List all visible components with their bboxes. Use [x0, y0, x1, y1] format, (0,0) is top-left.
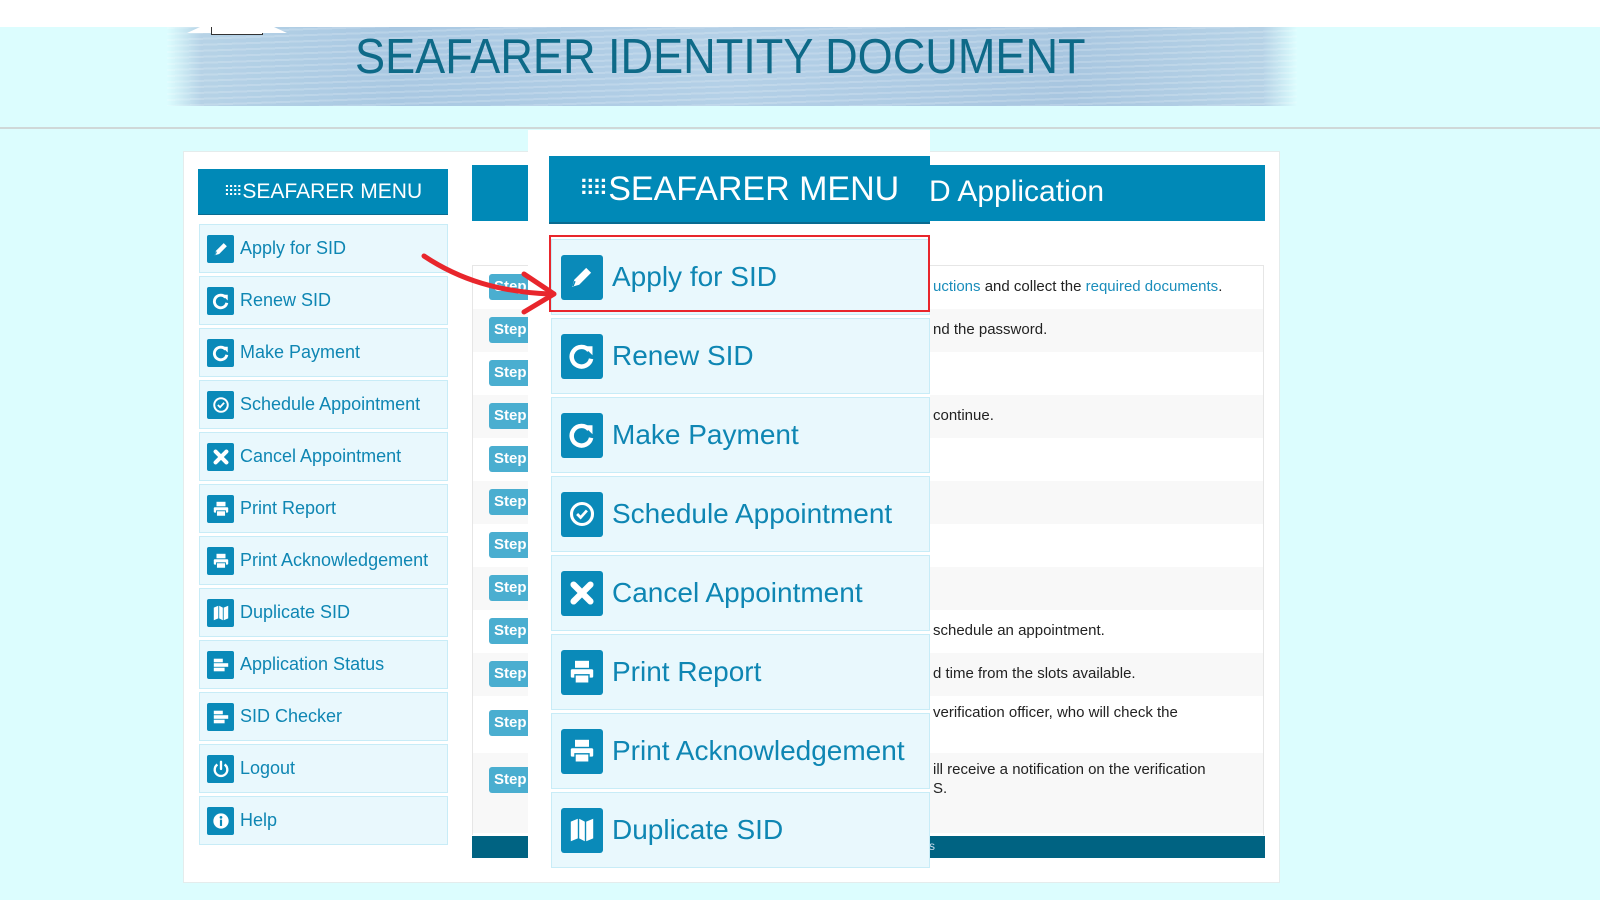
sidebar-item-print-report[interactable]: Print Report: [199, 484, 448, 533]
sidebar-item-sid-checker[interactable]: SID Checker: [199, 692, 448, 741]
zoomed-menu-item-label: Print Report: [612, 656, 762, 687]
header-banner: MUMBAI SEAFARER IDENTITY DOCUMENT: [167, 27, 1297, 106]
sidebar-item-label: SID Checker: [240, 706, 343, 726]
step-badge: Step: [489, 767, 533, 793]
sidebar-item-logout[interactable]: Logout: [199, 744, 448, 793]
sidebar-item-make-payment[interactable]: Make Payment: [199, 328, 448, 377]
grid-icon: ⠿⠿: [223, 183, 242, 199]
sidebar-item-label: Renew SID: [240, 290, 332, 310]
pencil-icon: [561, 254, 603, 300]
sidebar-item-duplicate-sid[interactable]: Duplicate SID: [199, 588, 448, 637]
sidebar-menu: Apply for SID Renew SID Make Payment Schedu…: [199, 224, 448, 848]
required-documents-link[interactable]: required documents: [1086, 278, 1219, 295]
info-icon: [207, 806, 234, 835]
sidebar-item-application-status[interactable]: Application Status: [199, 640, 448, 689]
step-badge: Step: [489, 532, 533, 558]
grid-icon: ⠿⠿: [579, 176, 608, 201]
zoomed-menu-item-label: Make Payment: [612, 419, 799, 450]
instructions-link[interactable]: uctions: [933, 278, 981, 295]
logo: MUMBAI: [187, 27, 287, 39]
step-badge: Step: [489, 317, 533, 343]
zoomed-menu-item-make-payment[interactable]: Make Payment: [551, 397, 930, 473]
sidebar-item-print-acknowledgement[interactable]: Print Acknowledgement: [199, 536, 448, 585]
printer-icon: [561, 649, 603, 695]
step-text: nd the password.: [933, 321, 1048, 338]
zoomed-menu-item-cancel-appointment[interactable]: Cancel Appointment: [551, 555, 930, 631]
zoomed-menu: Apply for SID Renew SID Make Payment Schedu…: [551, 239, 930, 871]
top-strip: [0, 0, 1600, 27]
zoomed-menu-item-duplicate-sid[interactable]: Duplicate SID: [551, 792, 930, 868]
sidebar-item-label: Print Acknowledgement: [240, 550, 429, 570]
header-divider: [0, 127, 1600, 129]
printer-icon: [207, 546, 234, 575]
bar-list-icon: [207, 702, 234, 731]
zoomed-menu-item-print-acknowledgement[interactable]: Print Acknowledgement: [551, 713, 930, 789]
clock-check-icon: [207, 390, 234, 419]
printer-icon: [207, 494, 234, 523]
refresh-icon: [561, 412, 603, 458]
zoomed-menu-item-label: Schedule Appointment: [612, 498, 893, 529]
page-title: SEAFARER IDENTITY DOCUMENT: [355, 30, 1086, 84]
sidebar-menu-header: ⠿⠿ SEAFARER MENU: [198, 169, 448, 215]
sidebar-item-help[interactable]: Help: [199, 796, 448, 845]
sidebar-item-label: Apply for SID: [240, 238, 347, 258]
step-badge: Step: [489, 710, 533, 736]
close-icon: [561, 570, 603, 616]
map-icon: [561, 807, 603, 853]
sidebar-item-label: Schedule Appointment: [240, 394, 421, 414]
step-badge: Step: [489, 618, 533, 644]
content-title: D Application: [929, 175, 1105, 208]
zoomed-menu-item-label: Cancel Appointment: [612, 577, 863, 608]
refresh-icon: [207, 338, 234, 367]
refresh-icon: [207, 286, 234, 315]
step-badge: Step: [489, 661, 533, 687]
close-icon: [207, 442, 234, 471]
zoomed-menu-item-label: Print Acknowledgement: [612, 735, 905, 766]
zoomed-menu-item-label: Apply for SID: [612, 261, 777, 292]
step-text: d time from the slots available.: [933, 665, 1136, 682]
power-icon: [207, 754, 234, 783]
sidebar-item-label: Logout: [240, 758, 296, 778]
sidebar-item-apply-for-sid[interactable]: Apply for SID: [199, 224, 448, 273]
sidebar-item-label: Make Payment: [240, 342, 361, 362]
step-text: verification officer, who will check the: [933, 704, 1178, 721]
step-badge: Step: [489, 274, 533, 300]
clock-check-icon: [561, 491, 603, 537]
step-text: uctions and collect the required documen…: [933, 278, 1223, 295]
zoomed-menu-item-print-report[interactable]: Print Report: [551, 634, 930, 710]
sidebar-item-label: Print Report: [240, 498, 337, 518]
step-badge: Step: [489, 575, 533, 601]
sidebar-item-label: Help: [240, 810, 278, 830]
zoomed-menu-item-renew-sid[interactable]: Renew SID: [551, 318, 930, 394]
zoomed-menu-header: ⠿⠿ SEAFARER MENU: [549, 156, 930, 224]
step-badge: Step: [489, 446, 533, 472]
sidebar-item-renew-sid[interactable]: Renew SID: [199, 276, 448, 325]
refresh-icon: [561, 333, 603, 379]
sidebar-item-label: Duplicate SID: [240, 602, 351, 622]
map-icon: [207, 598, 234, 627]
step-badge: Step: [489, 489, 533, 515]
zoomed-menu-item-apply-for-sid[interactable]: Apply for SID: [551, 239, 930, 315]
step-badge: Step: [489, 403, 533, 429]
sidebar-item-cancel-appointment[interactable]: Cancel Appointment: [199, 432, 448, 481]
step-text: continue.: [933, 407, 994, 424]
step-text: ill receive a notification on the verifi…: [933, 761, 1206, 797]
sidebar-item-label: Application Status: [240, 654, 385, 674]
printer-icon: [561, 728, 603, 774]
zoomed-menu-item-label: Renew SID: [612, 340, 754, 371]
step-text: schedule an appointment.: [933, 622, 1105, 639]
sidebar-item-label: Cancel Appointment: [240, 446, 402, 466]
zoomed-menu-item-schedule-appointment[interactable]: Schedule Appointment: [551, 476, 930, 552]
zoomed-menu-item-label: Duplicate SID: [612, 814, 784, 845]
step-badge: Step: [489, 360, 533, 386]
sidebar-item-schedule-appointment[interactable]: Schedule Appointment: [199, 380, 448, 429]
pencil-icon: [207, 234, 234, 263]
bar-list-icon: [207, 650, 234, 679]
